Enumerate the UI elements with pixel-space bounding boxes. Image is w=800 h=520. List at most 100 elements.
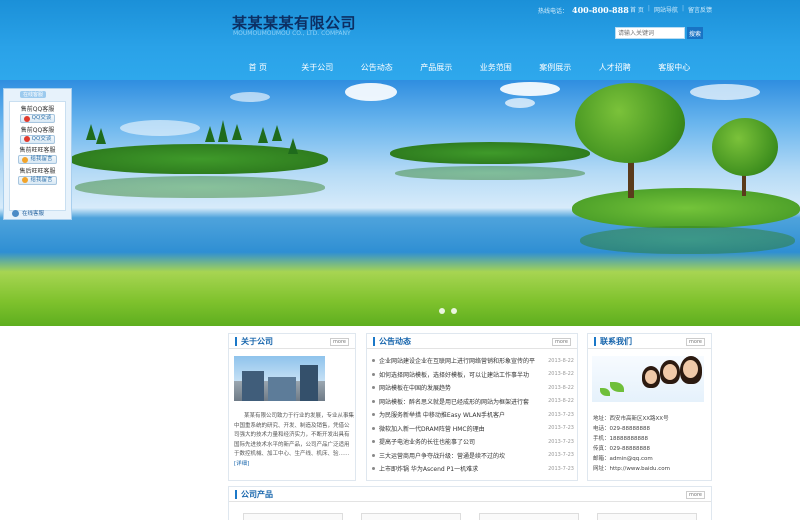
product-thumbnail[interactable] — [361, 513, 461, 520]
top-link-home[interactable]: 首 页 — [630, 5, 644, 14]
service-header: 在线客服 — [4, 89, 71, 99]
cloud — [690, 84, 760, 100]
service-button-label: 给我留言 — [30, 156, 53, 162]
wangwang-message-button[interactable]: 给我留言 — [18, 155, 57, 164]
news-item[interactable]: 为民服务新举措 中移动推Easy WLAN手机客户 2013-7-23 — [372, 408, 574, 422]
product-thumbnail[interactable] — [479, 513, 579, 520]
news-item[interactable]: 网站模板在中国的发展趋势 2013-8-22 — [372, 381, 574, 395]
about-description: 某某有限公司致力于行业的发展，专业从事集中国重系统的研究、开发、制造及销售，凭借… — [234, 413, 355, 457]
products-more-button[interactable]: more — [686, 491, 705, 499]
news-item[interactable]: 三大运营商用户争夺战升级：营通是续不过的坎 2013-7-23 — [372, 449, 574, 463]
contact-more-button[interactable]: more — [686, 338, 705, 346]
service-button-label: QQ交谈 — [31, 115, 52, 121]
nav-item-service[interactable]: 客服中心 — [645, 62, 705, 73]
search-input[interactable] — [615, 27, 685, 39]
about-text: 某某有限公司致力于行业的发展，专业从事集中国重系统的研究、开发、制造及销售，凭借… — [234, 412, 354, 469]
contact-email[interactable]: 邮箱：admin@qq.com — [593, 454, 670, 464]
hotline-number: 400-800-888 — [572, 5, 629, 15]
service-footer[interactable]: 在线客服 — [12, 209, 44, 217]
news-item-date: 2013-7-23 — [548, 465, 574, 472]
news-item-date: 2013-7-23 — [548, 452, 574, 459]
about-more-button[interactable]: more — [330, 338, 349, 346]
bullet — [372, 399, 375, 403]
news-item[interactable]: 上市即炸锅 华为Ascend P1一机难求 2013-7-23 — [372, 462, 574, 476]
bullet — [372, 413, 375, 417]
product-thumbnail[interactable] — [243, 513, 343, 520]
right-island-reflection — [580, 226, 795, 254]
news-item[interactable]: 微软加入新一代DRAM阵营 HMC的理由 2013-7-23 — [372, 422, 574, 436]
contact-list: 地址：西安市高新区XX路XX号 电话：029-88888888 手机：18888… — [593, 414, 670, 474]
online-service-widget: 在线客服 售前QQ客服 QQ交谈 售前QQ客服 QQ交谈 售前旺旺客服 给我留言… — [3, 88, 72, 220]
news-item[interactable]: 网站模板：醉名思义就是用已经成形的网站为框架进行套 2013-8-22 — [372, 395, 574, 409]
site-header: 某某某某有限公司 MOUMOUMOUMOU CO., LTD. COMPANY … — [0, 0, 800, 80]
middle-island-reflection — [395, 166, 585, 180]
panel-header: 公司产品 more — [229, 487, 711, 502]
customer-service-image — [592, 356, 704, 402]
divider: | — [681, 5, 684, 12]
product-thumbnail[interactable] — [597, 513, 697, 520]
news-item-title: 微软加入新一代DRAM阵营 HMC的理由 — [379, 425, 485, 433]
nav-item-products[interactable]: 产品展示 — [407, 62, 467, 73]
products-panel: 公司产品 more — [228, 486, 712, 520]
bullet — [372, 359, 375, 363]
news-item[interactable]: 如何选择网站模板，选择好模板，可以让建站工作事半功 2013-8-22 — [372, 368, 574, 382]
news-item-title: 三大运营商用户争夺战升级：营通是续不过的坎 — [379, 452, 506, 460]
right-island — [572, 188, 800, 228]
news-item-date: 2013-8-22 — [548, 357, 574, 364]
top-link-feedback[interactable]: 留言反馈 — [688, 5, 712, 14]
nav-item-about[interactable]: 关于公司 — [288, 62, 348, 73]
qq-chat-button[interactable]: QQ交谈 — [19, 114, 56, 123]
service-item: 售前QQ客服 QQ交谈 — [10, 105, 65, 124]
service-label: 售后旺旺客服 — [19, 167, 56, 175]
nav-item-home[interactable]: 首 页 — [228, 62, 288, 73]
news-item[interactable]: 提高子电池业务的长往也能事了公司 2013-7-23 — [372, 435, 574, 449]
tree — [86, 124, 96, 140]
contact-phone: 电话：029-88888888 — [593, 426, 650, 432]
cloud — [500, 82, 560, 96]
news-item-title: 如何选择网站模板，选择好模板，可以让建站工作事半功 — [379, 371, 530, 379]
service-list: 售前QQ客服 QQ交谈 售前QQ客服 QQ交谈 售前旺旺客服 给我留言 售后旺旺… — [9, 101, 66, 211]
slide-dot[interactable] — [439, 308, 445, 314]
wangwang-message-button[interactable]: 给我留言 — [18, 175, 57, 185]
service-item: 售前旺旺客服 给我留言 — [10, 146, 65, 165]
nav-item-business[interactable]: 业务范围 — [466, 62, 526, 73]
tree — [272, 125, 282, 141]
person-face — [645, 370, 657, 384]
news-item-title: 上市即炸锅 华为Ascend P1一机难求 — [379, 466, 479, 474]
slide-indicators — [439, 308, 457, 314]
search-button[interactable]: 搜索 — [687, 27, 703, 39]
nav-item-jobs[interactable]: 人才招聘 — [585, 62, 645, 73]
title-bar — [235, 336, 237, 346]
news-more-button[interactable]: more — [552, 338, 571, 346]
hotline: 热线电话： 400-800-888 — [538, 5, 629, 15]
news-item-title: 网站模板在中国的发展趋势 — [379, 385, 452, 393]
person-icon — [12, 209, 19, 217]
person-face — [683, 360, 698, 378]
bullet — [372, 386, 375, 390]
slide-dot[interactable] — [451, 308, 457, 314]
nav-item-cases[interactable]: 案例展示 — [526, 62, 586, 73]
middle-island — [390, 142, 590, 164]
nav-item-news[interactable]: 公告动态 — [347, 62, 407, 73]
contact-mobile: 手机：18888888888 — [593, 436, 648, 442]
title-bar — [373, 336, 375, 346]
news-list: 企业网站建设企业在互联网上进行网络营销和形象宣传的平 2013-8-22 如何选择… — [372, 354, 574, 476]
building — [242, 371, 264, 401]
qq-chat-button[interactable]: QQ交谈 — [19, 134, 56, 144]
top-link-sitemap[interactable]: 网站导航 — [654, 5, 678, 14]
news-item-title: 提高子电池业务的长往也能事了公司 — [379, 439, 476, 447]
building — [268, 377, 296, 401]
news-item-title: 企业网站建设企业在互联网上进行网络营销和形象宣传的平 — [379, 358, 536, 366]
panel-header: 关于公司 more — [229, 334, 355, 349]
building — [300, 365, 318, 401]
cloud — [505, 98, 535, 108]
contact-address: 地址：西安市高新区XX路XX号 — [593, 416, 669, 422]
about-detail-link[interactable]: [详细] — [234, 461, 249, 467]
news-item-date: 2013-7-23 — [548, 425, 574, 432]
contact-website[interactable]: 网址：http://www.baidu.com — [593, 464, 670, 474]
news-item-date: 2013-7-23 — [548, 438, 574, 445]
bullet — [372, 426, 375, 430]
news-item[interactable]: 企业网站建设企业在互联网上进行网络营销和形象宣传的平 2013-8-22 — [372, 354, 574, 368]
hero-banner[interactable] — [0, 80, 800, 326]
big-tree — [575, 83, 685, 163]
